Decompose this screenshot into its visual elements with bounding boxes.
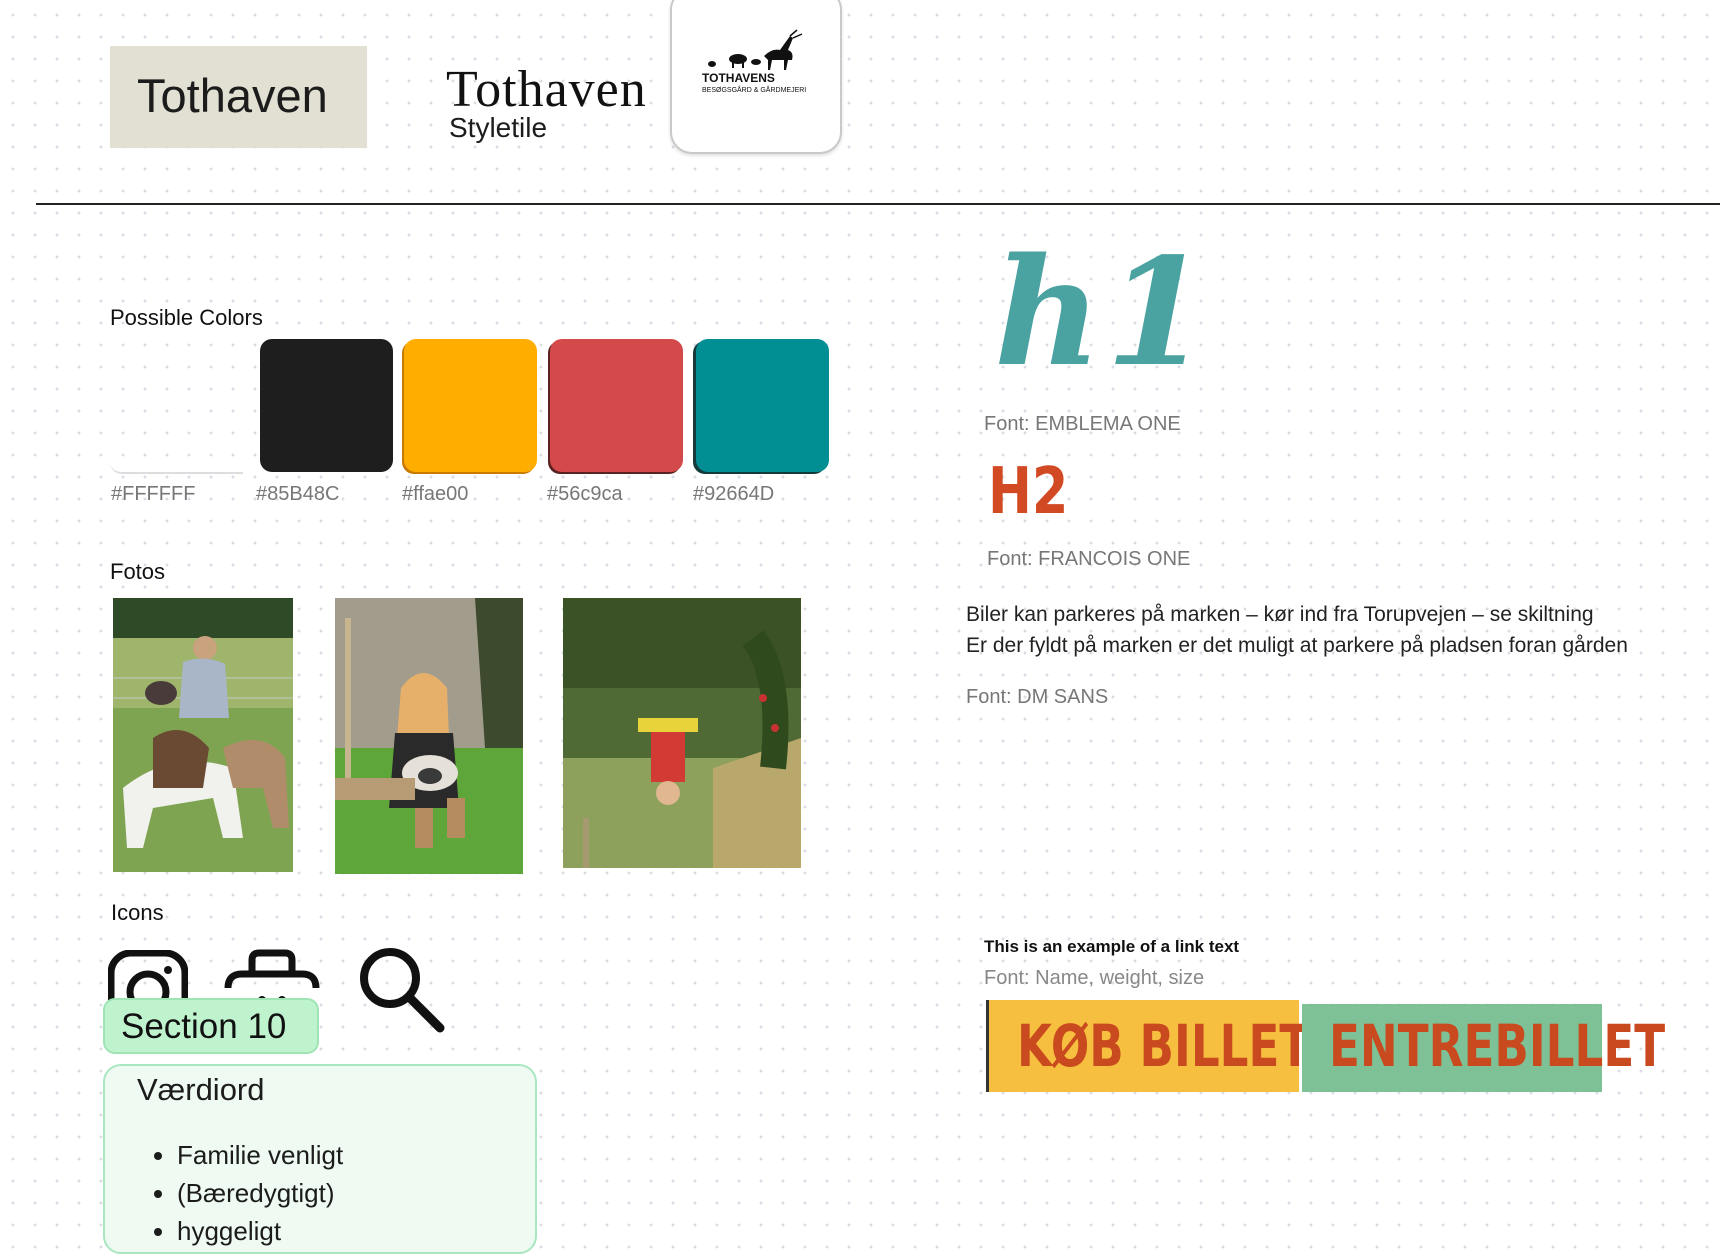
link-font-label: Font: Name, weight, size [984, 967, 1205, 989]
h1-font-label: Font: EMBLEMA ONE [984, 413, 1181, 435]
styletile-title: Tothaven [446, 61, 647, 118]
section-badge[interactable]: Section 10 [103, 998, 319, 1054]
photo-child-on-swing [563, 598, 801, 868]
header-divider [36, 203, 1720, 205]
buy-ticket-label: KØB BILLET [1017, 1012, 1311, 1080]
color-swatch-yellow [404, 339, 537, 472]
logo-card: TOTHAVENS BESØGSGÅRD & GÅRDMEJERI [670, 0, 842, 154]
color-hex-label: #FFFFFF [111, 483, 196, 505]
values-card: Værdiord Familie venligt (Bæredygtigt) h… [103, 1064, 537, 1254]
values-list: Familie venligt (Bæredygtigt) hyggeligt [145, 1136, 343, 1250]
list-item: (Bæredygtigt) [177, 1174, 343, 1212]
title-tile: Tothaven [110, 46, 367, 148]
color-hex-label: #56c9ca [547, 483, 623, 505]
h2-sample: H2 [988, 455, 1069, 529]
body-font-label: Font: DM SANS [966, 686, 1109, 708]
photos-heading: Fotos [110, 559, 166, 584]
buy-ticket-button[interactable]: KØB BILLET [986, 1000, 1310, 1092]
body-text-line: Er der fyldt på marken er det muligt at … [966, 634, 1628, 657]
styletile-subtitle: Styletile [449, 112, 548, 143]
body-text-line: Biler kan parkeres på marken – kør ind f… [966, 603, 1594, 626]
photo-girl-with-rabbit [335, 598, 523, 874]
color-swatch-teal [696, 339, 829, 472]
photo-girl-with-goats [113, 598, 293, 872]
h2-font-label: Font: FRANCOIS ONE [987, 548, 1191, 570]
search-icon[interactable] [356, 944, 446, 1034]
logo-line-1: TOTHAVENS [702, 71, 775, 85]
colors-heading: Possible Colors [110, 305, 263, 330]
color-swatch-black [260, 339, 393, 472]
entry-ticket-label: ENTREBILLET [1329, 1012, 1666, 1080]
list-item: Familie venligt [177, 1136, 343, 1174]
entry-ticket-button[interactable]: ENTREBILLET [1302, 1004, 1665, 1092]
color-hex-label: #85B48C [256, 483, 340, 505]
color-hex-label: #ffae00 [402, 483, 469, 505]
color-swatch-white [110, 339, 243, 474]
values-title: Værdiord [137, 1072, 265, 1107]
list-item: hyggeligt [177, 1212, 343, 1250]
color-swatch-red [550, 339, 683, 472]
title-tile-text: Tothaven [137, 69, 328, 122]
h1-sample: h1 [994, 225, 1213, 399]
color-hex-label: #92664D [693, 483, 775, 505]
goat-logo-icon: TOTHAVENS BESØGSGÅRD & GÅRDMEJERI [702, 29, 806, 94]
logo-line-2: BESØGSGÅRD & GÅRDMEJERI [702, 85, 806, 94]
section-badge-label: Section 10 [121, 1007, 287, 1046]
icons-heading: Icons [111, 900, 164, 925]
link-text-example[interactable]: This is an example of a link text [984, 937, 1239, 957]
